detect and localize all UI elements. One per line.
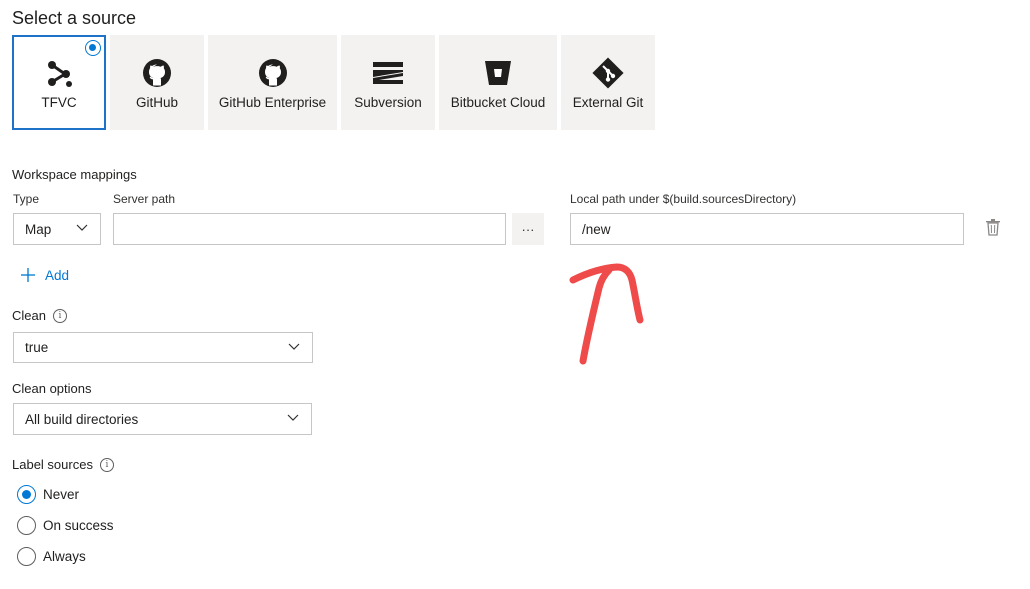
browse-server-path-button[interactable]: ··· [512, 213, 544, 245]
delete-mapping-button[interactable] [986, 219, 1000, 241]
source-tile-external-git[interactable]: External Git [561, 35, 655, 130]
server-path-input[interactable] [113, 213, 506, 245]
radio-button[interactable] [17, 485, 36, 504]
info-icon[interactable]: i [52, 308, 67, 323]
source-tile-github[interactable]: GitHub [110, 35, 204, 130]
source-tile-github-enterprise[interactable]: GitHub Enterprise [208, 35, 337, 130]
source-label: Bitbucket Cloud [450, 95, 546, 110]
clean-label-row: Clean i [12, 308, 67, 323]
clean-dropdown[interactable]: true [13, 332, 313, 363]
source-tile-subversion[interactable]: Subversion [341, 35, 435, 130]
local-path-input[interactable]: /new [570, 213, 964, 245]
tfvc-icon [44, 57, 74, 89]
clean-label: Clean [12, 308, 46, 323]
github-icon [258, 57, 288, 89]
source-tile-tfvc[interactable]: TFVC [12, 35, 106, 130]
radio-label: On success [43, 518, 114, 533]
label-sources-label: Label sources [12, 457, 93, 472]
local-path-column-label: Local path under $(build.sourcesDirector… [570, 192, 797, 206]
radio-label: Always [43, 549, 86, 564]
add-mapping-button[interactable]: Add [20, 267, 69, 283]
annotation-arrow [569, 263, 644, 365]
browse-label: ··· [521, 221, 535, 237]
info-icon[interactable]: i [99, 457, 114, 472]
radio-button[interactable] [17, 516, 36, 535]
chevron-down-icon [288, 343, 300, 350]
label-sources-option-always[interactable]: Always [17, 547, 86, 566]
selected-radio-indicator [85, 40, 101, 56]
radio-button[interactable] [17, 547, 36, 566]
plus-icon [21, 268, 35, 282]
bitbucket-icon [483, 57, 513, 89]
clean-options-dropdown[interactable]: All build directories [13, 403, 312, 435]
page-title: Select a source [12, 8, 137, 28]
add-mapping-label: Add [45, 267, 70, 283]
source-tile-bitbucket-cloud[interactable]: Bitbucket Cloud [439, 35, 557, 130]
source-label: TFVC [41, 95, 77, 110]
chevron-down-icon [76, 224, 88, 231]
trash-icon [986, 219, 1000, 236]
label-sources-option-on-success[interactable]: On success [17, 516, 114, 535]
label-sources-option-never[interactable]: Never [17, 485, 79, 504]
local-path-value: /new [582, 221, 611, 237]
clean-options-label: Clean options [12, 381, 92, 396]
source-label: External Git [572, 95, 644, 110]
radio-label: Never [43, 487, 80, 502]
source-label: GitHub [135, 95, 179, 110]
label-sources-label-row: Label sources i [12, 457, 114, 472]
server-path-column-label: Server path [113, 192, 176, 206]
mapping-type-dropdown[interactable]: Map [13, 213, 101, 245]
workspace-mappings-heading: Workspace mappings [12, 167, 137, 182]
type-column-label: Type [13, 192, 40, 206]
source-label: Subversion [354, 95, 422, 110]
subversion-icon [372, 57, 404, 89]
chevron-down-icon [287, 414, 299, 421]
github-icon [142, 57, 172, 89]
clean-options-value: All build directories [25, 411, 139, 427]
clean-value: true [25, 340, 49, 355]
source-label: GitHub Enterprise [218, 95, 327, 110]
git-icon [592, 57, 624, 89]
mapping-type-value: Map [25, 221, 52, 237]
